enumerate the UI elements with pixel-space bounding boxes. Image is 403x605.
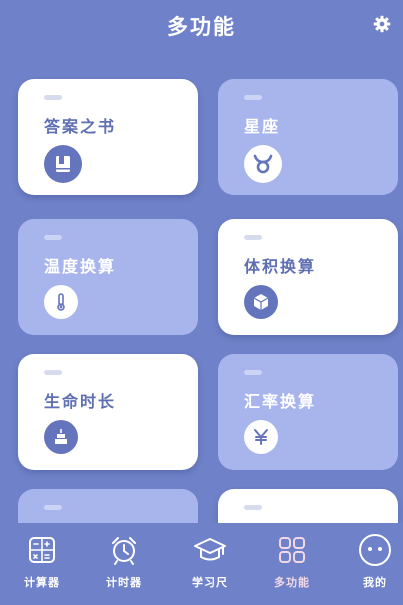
tab-calculator[interactable]: 计算器 — [7, 523, 77, 605]
card-handle — [44, 235, 62, 240]
tab-label: 学习尺 — [192, 576, 228, 589]
card-handle — [44, 370, 62, 375]
card-handle — [244, 95, 262, 100]
gear-icon[interactable] — [372, 14, 392, 34]
graduation-cap-icon — [193, 533, 227, 567]
grid-icon — [275, 533, 309, 567]
card-handle — [244, 370, 262, 375]
page-title: 多功能 — [167, 15, 236, 39]
tab-label: 计算器 — [24, 576, 60, 589]
tab-timer[interactable]: 计时器 — [89, 523, 159, 605]
card-zodiac[interactable]: 星座 — [218, 79, 398, 195]
card-label: 答案之书 — [44, 117, 117, 136]
card-temperature-convert[interactable]: 温度换算 — [18, 219, 198, 335]
smiley-icon — [358, 533, 392, 567]
tab-study-ruler[interactable]: 学习尺 — [175, 523, 245, 605]
card-answer-book[interactable]: 答案之书 — [18, 79, 198, 195]
alarm-clock-icon — [107, 533, 141, 567]
card-volume-convert[interactable]: 体积换算 — [218, 219, 398, 335]
card-partial[interactable] — [218, 489, 398, 523]
card-label: 生命时长 — [44, 392, 117, 411]
tab-label: 计时器 — [106, 576, 142, 589]
card-handle — [244, 505, 262, 510]
cake-icon — [44, 420, 78, 454]
bottom-tab-bar: 计算器 计时器 学习尺 多功能 我的 — [0, 523, 403, 605]
thermometer-icon — [44, 285, 78, 319]
card-handle — [44, 95, 62, 100]
card-label: 温度换算 — [44, 257, 117, 276]
card-partial[interactable] — [18, 489, 198, 523]
tab-label: 我的 — [363, 576, 387, 589]
card-handle — [244, 235, 262, 240]
book-icon — [44, 145, 82, 183]
tab-mine[interactable]: 我的 — [340, 523, 403, 605]
top-bar: 多功能 — [0, 0, 403, 52]
card-label: 体积换算 — [244, 257, 317, 276]
yen-icon — [244, 420, 278, 454]
card-label: 星座 — [244, 117, 281, 136]
tab-label: 多功能 — [274, 576, 310, 589]
calculator-icon — [25, 533, 59, 567]
card-life-duration[interactable]: 生命时长 — [18, 354, 198, 470]
card-label: 汇率换算 — [244, 392, 317, 411]
taurus-icon — [244, 145, 282, 183]
tab-multi-function[interactable]: 多功能 — [257, 523, 327, 605]
card-exchange-rate[interactable]: 汇率换算 — [218, 354, 398, 470]
card-handle — [44, 505, 62, 510]
cube-icon — [244, 285, 278, 319]
feature-grid: 答案之书 星座 温度换算 体积换算 生命时长 汇率换算 — [0, 0, 403, 523]
